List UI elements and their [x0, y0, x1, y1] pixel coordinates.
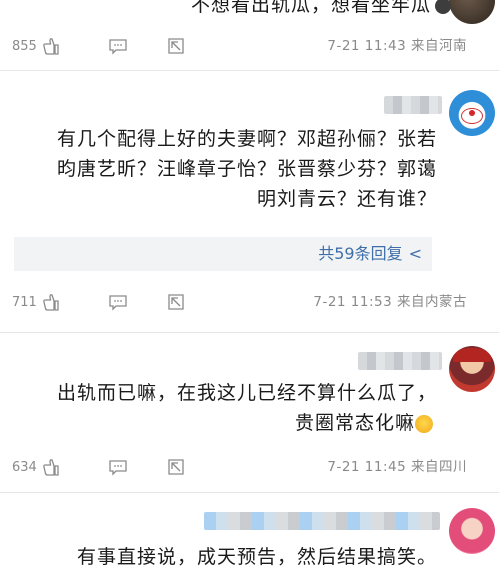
reply-button[interactable] [108, 292, 128, 312]
replies-box: 共59条回复 < [14, 237, 432, 271]
username-blurred[interactable] [204, 512, 440, 530]
emoji-icon [435, 0, 451, 14]
avatar[interactable] [449, 0, 495, 24]
share-icon [168, 294, 184, 310]
divider [0, 492, 499, 493]
username-blurred[interactable] [358, 352, 442, 370]
view-replies-link[interactable]: 共59条回复 < [318, 237, 422, 271]
like-count: 634 [12, 459, 37, 475]
share-icon [168, 459, 184, 475]
comment-meta: 7-21 11:45 来自四川 [327, 459, 467, 475]
avatar[interactable] [449, 90, 495, 136]
share-button[interactable] [166, 292, 186, 312]
comment-actions: 634 7-21 11:45 来自四川 [0, 455, 499, 479]
divider [0, 332, 499, 333]
comment-meta: 7-21 11:53 来自内蒙古 [313, 294, 467, 310]
like-button[interactable]: 855 [12, 36, 61, 56]
avatar[interactable] [449, 346, 495, 392]
avatar-nose [469, 110, 475, 116]
avatar-hat [453, 348, 491, 362]
comment-text: 有几个配得上好的夫妻啊？邓超孙俪？张若 昀唐艺昕？汪峰章子怡？张晋蔡少芬？郭蔼 … [56, 128, 437, 210]
share-button[interactable] [166, 36, 186, 56]
comment-actions: 855 7-21 11:43 来自河南 [0, 34, 499, 58]
reply-button[interactable] [108, 457, 128, 477]
like-button[interactable]: 711 [12, 292, 61, 312]
comment-icon [109, 460, 127, 476]
thumbs-up-icon [43, 459, 59, 476]
comment-actions: 711 7-21 11:53 来自内蒙古 [0, 290, 499, 314]
avatar[interactable] [449, 508, 495, 554]
comment-icon [109, 39, 127, 55]
like-count: 711 [12, 294, 37, 310]
divider [0, 70, 499, 71]
laugh-emoji-icon [415, 414, 433, 433]
like-button[interactable]: 634 [12, 457, 61, 477]
chevron-icon: < [408, 244, 422, 263]
thumbs-up-icon [43, 294, 59, 311]
username-blurred[interactable] [384, 96, 442, 114]
like-count: 855 [12, 38, 37, 54]
share-icon [168, 38, 184, 54]
comment-icon [109, 295, 127, 311]
reply-button[interactable] [108, 36, 128, 56]
comment-text: 不想看出轨瓜，想看坐牢瓜 [8, 0, 451, 20]
comment-text: 有事直接说，成天预告，然后结果搞笑。 [76, 546, 437, 568]
comment-feed: 不想看出轨瓜，想看坐牢瓜 855 7-21 11:43 来自河南 有几个配得上好… [0, 0, 499, 572]
comment-meta: 7-21 11:43 来自河南 [327, 38, 467, 54]
comment-text: 出轨而已嘛，在我这儿已经不算什么瓜了， 贵圈常态化嘛 [56, 382, 437, 434]
thumbs-up-icon [43, 38, 59, 55]
replies-count: 共59条回复 [318, 244, 403, 263]
share-button[interactable] [166, 457, 186, 477]
